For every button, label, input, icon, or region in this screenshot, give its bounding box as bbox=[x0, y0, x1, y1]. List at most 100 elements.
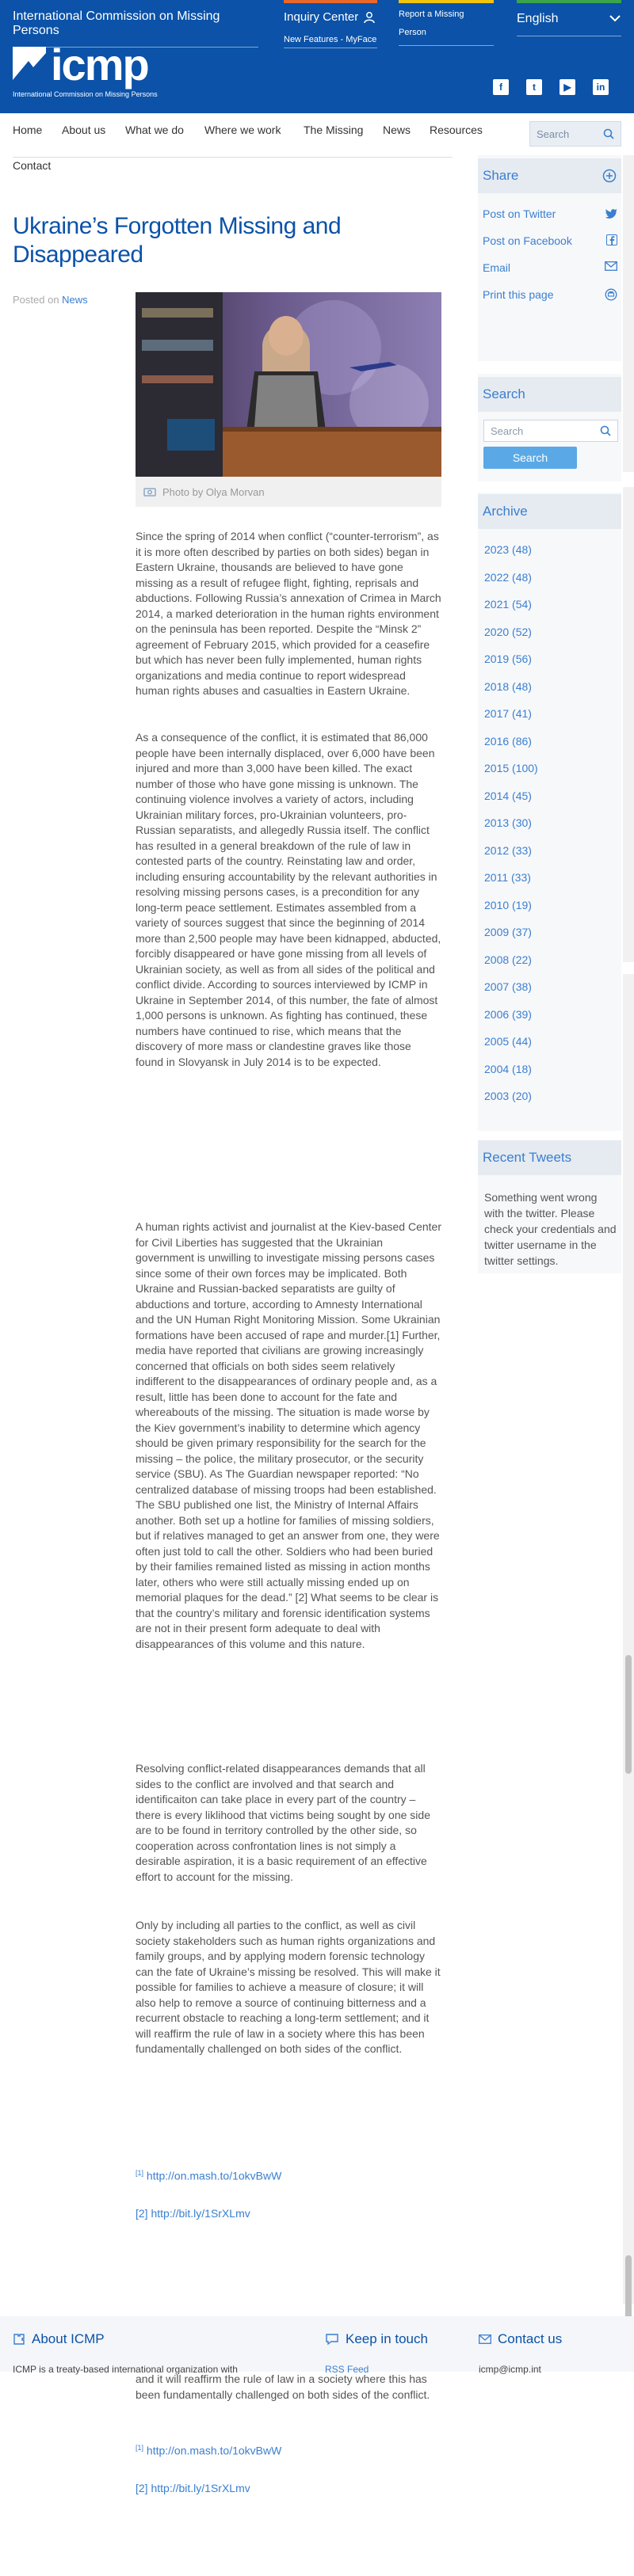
archive-item[interactable]: 2007 (38) bbox=[484, 980, 532, 993]
article-paragraph-3: A human rights activist and journalist a… bbox=[136, 1220, 441, 1650]
facebook-icon[interactable]: f bbox=[493, 79, 509, 95]
footnote-2-url[interactable]: http://bit.ly/1SrXLmv bbox=[151, 2207, 250, 2220]
footer-touch-heading: Keep in touch bbox=[325, 2331, 428, 2347]
tweets-error-message: Something went wrong with the twitter. P… bbox=[484, 1191, 617, 1267]
archive-header: Archive bbox=[478, 494, 621, 529]
footer-touch-title: Keep in touch bbox=[346, 2331, 428, 2346]
nav-item-news[interactable]: News bbox=[383, 124, 411, 136]
footnote-2-repeat[interactable]: [2] http://bit.ly/1SrXLmv bbox=[136, 2482, 250, 2494]
archive-item[interactable]: 2011 (33) bbox=[484, 871, 531, 884]
share-facebook-label: Post on Facebook bbox=[483, 234, 572, 247]
inquiry-center-link[interactable]: Inquiry Center bbox=[284, 10, 377, 24]
search-icon bbox=[600, 425, 611, 436]
archive-item[interactable]: 2005 (44) bbox=[484, 1035, 532, 1048]
camera-icon bbox=[143, 488, 156, 497]
share-print-label: Print this page bbox=[483, 288, 554, 301]
twitter-icon bbox=[605, 209, 617, 219]
tweets-title: Recent Tweets bbox=[483, 1150, 572, 1165]
logo-tagline: International Commission on Missing Pers… bbox=[13, 90, 158, 98]
article-photo bbox=[136, 292, 441, 477]
footnote-1-url[interactable]: http://on.mash.to/1okvBwW bbox=[147, 2170, 281, 2182]
archive-item[interactable]: 2004 (18) bbox=[484, 1063, 532, 1075]
share-email[interactable]: Email bbox=[483, 261, 617, 274]
archive-item[interactable]: 2020 (52) bbox=[484, 626, 532, 638]
search-icon[interactable] bbox=[603, 128, 614, 139]
archive-item[interactable]: 2017 (41) bbox=[484, 707, 532, 720]
sidebar-scrollbar-2[interactable] bbox=[623, 487, 634, 962]
archive-item[interactable]: 2006 (39) bbox=[484, 1008, 532, 1021]
nav-item-contact[interactable]: Contact bbox=[13, 159, 51, 172]
archive-item[interactable]: 2009 (37) bbox=[484, 926, 532, 938]
search-title: Search bbox=[483, 386, 525, 401]
posted-prefix: Posted on bbox=[13, 294, 59, 306]
inquiry-sub-link[interactable]: New Features - MyFace bbox=[284, 35, 377, 48]
footer-about-heading: About ICMP bbox=[13, 2331, 105, 2347]
article-paragraph-5: Only by including all parties to the con… bbox=[136, 1919, 441, 2055]
archive-item[interactable]: 2015 (100) bbox=[484, 762, 538, 774]
nav-search-input[interactable]: Search bbox=[529, 121, 621, 146]
share-twitter[interactable]: Post on Twitter bbox=[483, 207, 617, 220]
archive-item[interactable]: 2016 (86) bbox=[484, 735, 532, 748]
linkedin-icon[interactable]: in bbox=[593, 79, 609, 95]
footnote-2[interactable]: [2] http://bit.ly/1SrXLmv bbox=[136, 2207, 250, 2220]
tweets-header: Recent Tweets bbox=[478, 1140, 621, 1175]
inquiry-accent-bar bbox=[284, 0, 377, 3]
archive-item[interactable]: 2013 (30) bbox=[484, 816, 532, 829]
footnote-1-repeat[interactable]: [1] http://on.mash.to/1okvBwW bbox=[136, 2444, 281, 2457]
archive-item[interactable]: 2012 (33) bbox=[484, 844, 532, 857]
sidebar-search-button[interactable]: Search bbox=[483, 447, 577, 469]
share-header: Share bbox=[478, 158, 621, 193]
article-paragraph-4: Resolving conflict-related disappearance… bbox=[136, 1762, 430, 1883]
print-icon bbox=[605, 288, 617, 301]
photo-caption-text: Photo by Olya Morvan bbox=[162, 485, 265, 498]
page-scrollbar[interactable] bbox=[623, 974, 634, 2304]
twitter-icon[interactable]: t bbox=[526, 79, 542, 95]
icmp-logo[interactable]: icmp International Commission on Missing… bbox=[13, 40, 171, 98]
archive-item[interactable]: 2019 (56) bbox=[484, 653, 532, 665]
share-print[interactable]: Print this page bbox=[483, 288, 617, 301]
youtube-icon[interactable]: ▶ bbox=[560, 79, 575, 95]
footnote-1-url-repeat[interactable]: http://on.mash.to/1okvBwW bbox=[147, 2445, 281, 2457]
share-facebook[interactable]: Post on Facebook bbox=[483, 234, 617, 247]
email-icon bbox=[605, 261, 617, 271]
archive-item[interactable]: 2008 (22) bbox=[484, 953, 532, 966]
share-twitter-label: Post on Twitter bbox=[483, 207, 556, 220]
report-missing-menu[interactable]: Report a Missing Person bbox=[399, 0, 494, 46]
footer-about-title: About ICMP bbox=[32, 2331, 105, 2346]
nav-item-resources[interactable]: Resources bbox=[430, 124, 483, 136]
logo-mark-icon bbox=[13, 47, 46, 80]
article-tail-text: and it will reaffirm the rule of law in … bbox=[136, 2372, 430, 2401]
archive-item[interactable]: 2018 (48) bbox=[484, 680, 532, 693]
language-accent-bar bbox=[517, 0, 621, 3]
archive-item[interactable]: 2003 (20) bbox=[484, 1090, 532, 1102]
archive-item[interactable]: 2014 (45) bbox=[484, 790, 532, 802]
nav-item-what-we-do[interactable]: What we do bbox=[125, 124, 184, 136]
language-select[interactable]: English bbox=[517, 0, 621, 36]
nav-search-placeholder: Search bbox=[537, 127, 570, 140]
nav-item-where-we-work[interactable]: Where we work bbox=[204, 124, 281, 136]
user-icon bbox=[364, 11, 375, 23]
share-plus-icon[interactable] bbox=[602, 169, 617, 183]
nav-item-the-missing[interactable]: The Missing bbox=[304, 124, 363, 136]
footnote-2-url-repeat[interactable]: http://bit.ly/1SrXLmv bbox=[151, 2482, 250, 2494]
puzzle-icon bbox=[13, 2334, 25, 2345]
report-missing-link[interactable]: Report a Missing Person bbox=[399, 6, 494, 46]
archive-item[interactable]: 2021 (54) bbox=[484, 598, 532, 611]
archive-item[interactable]: 2022 (48) bbox=[484, 571, 532, 584]
archive-item[interactable]: 2023 (48) bbox=[484, 543, 532, 556]
article-title: Ukraine’s Forgotten Missing and Disappea… bbox=[13, 213, 342, 268]
inquiry-center-menu[interactable]: Inquiry Center New Features - MyFace bbox=[284, 0, 377, 48]
archive-title: Archive bbox=[483, 504, 528, 519]
nav-item-about[interactable]: About us bbox=[62, 124, 105, 136]
archive-item[interactable]: 2010 (19) bbox=[484, 899, 532, 911]
email-icon bbox=[479, 2334, 491, 2344]
footer-contact-email[interactable]: icmp@icmp.int bbox=[479, 2364, 541, 2375]
search-header: Search bbox=[478, 377, 621, 412]
posted-category-link[interactable]: News bbox=[62, 294, 88, 306]
report-accent-bar bbox=[399, 0, 494, 3]
nav-item-home[interactable]: Home bbox=[13, 124, 42, 136]
sidebar-search-input[interactable]: Search bbox=[483, 420, 618, 442]
footnote-1[interactable]: [1] http://on.mash.to/1okvBwW bbox=[136, 2169, 281, 2182]
sidebar-scrollbar-1[interactable] bbox=[623, 155, 634, 472]
page-scrollbar-thumb[interactable] bbox=[625, 1655, 632, 1774]
